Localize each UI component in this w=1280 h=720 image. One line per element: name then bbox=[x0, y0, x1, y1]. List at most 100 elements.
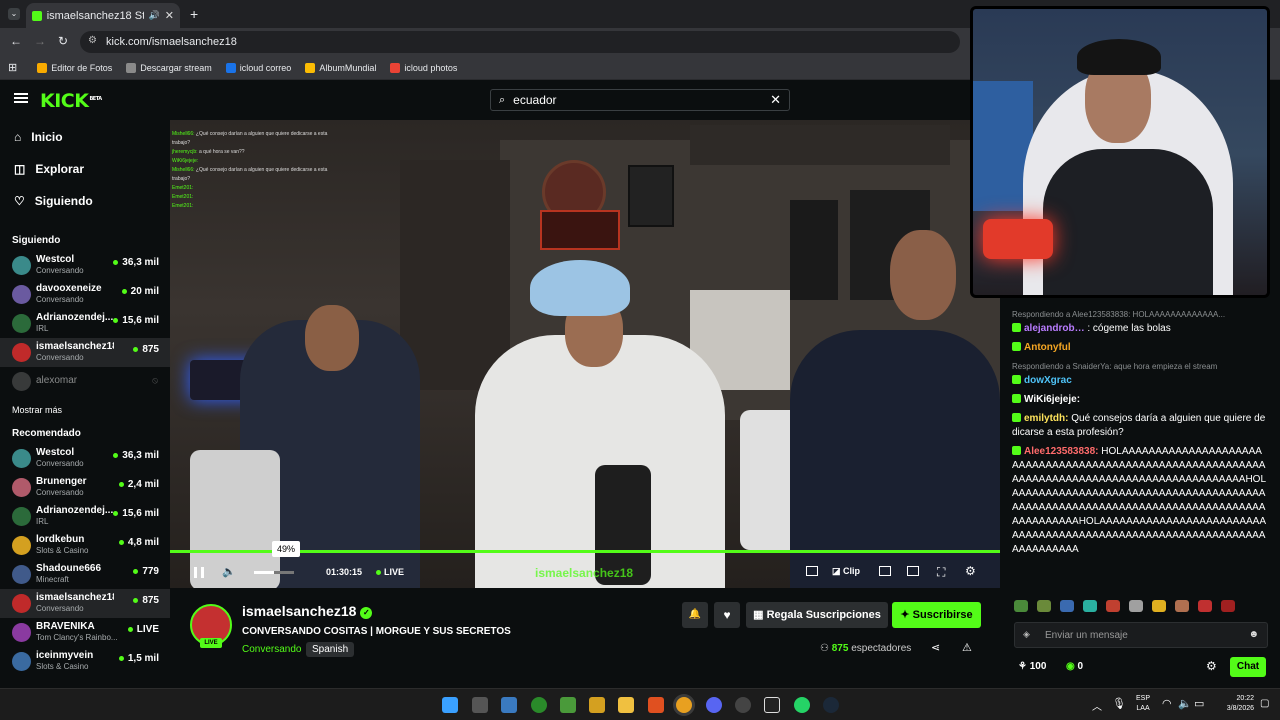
bookmark-4[interactable]: icloud photos bbox=[390, 62, 457, 73]
brave-icon[interactable] bbox=[648, 697, 664, 713]
back-icon[interactable]: ← bbox=[10, 34, 22, 48]
emote-icon[interactable] bbox=[1175, 600, 1189, 612]
sidebar-channel[interactable]: ismaelsanchez18 Conversando 875 bbox=[0, 589, 170, 618]
emote-icon[interactable] bbox=[1106, 600, 1120, 612]
capcut-icon[interactable] bbox=[764, 697, 780, 713]
pause-icon[interactable] bbox=[194, 567, 204, 578]
chat-username[interactable]: Alee123583838: bbox=[1024, 446, 1099, 457]
search-box[interactable]: ⌕ ecuador ✕ bbox=[490, 89, 790, 111]
task-view-icon[interactable] bbox=[472, 697, 488, 713]
chat-username[interactable]: WiKi6jejeje: bbox=[1024, 394, 1080, 405]
menu-icon[interactable] bbox=[14, 93, 28, 103]
channel-name[interactable]: ismaelsanchez18 ✓ bbox=[242, 603, 373, 619]
chat-input[interactable]: ◈ Enviar un mensaje ☻ bbox=[1014, 622, 1268, 648]
clear-search-icon[interactable]: ✕ bbox=[770, 92, 781, 108]
chat-settings-icon[interactable]: ⚙ bbox=[1206, 659, 1217, 673]
settings-icon[interactable]: ⚙ bbox=[965, 564, 976, 578]
chrome-icon[interactable] bbox=[676, 697, 692, 713]
offline-channel[interactable]: alexomar ⦸ bbox=[0, 367, 170, 396]
emote-icon[interactable] bbox=[1037, 600, 1051, 612]
fullscreen-icon[interactable]: ⛶ bbox=[937, 565, 945, 580]
chat-username[interactable]: dowXgrac bbox=[1024, 375, 1072, 386]
app-icon[interactable] bbox=[589, 697, 605, 713]
chat-message[interactable]: Antonyful bbox=[1000, 341, 1280, 355]
report-icon[interactable]: ⚠ bbox=[962, 641, 972, 654]
theatre-icon[interactable] bbox=[806, 566, 818, 576]
kick-logo[interactable]: KICKBETA bbox=[40, 90, 102, 112]
tray-chevron-icon[interactable]: ︿ bbox=[1092, 698, 1102, 713]
mic-icon[interactable]: 🎙 bbox=[1112, 697, 1126, 710]
nav-siguiendo[interactable]: ♡ Siguiendo bbox=[0, 185, 170, 217]
steam-icon[interactable] bbox=[823, 697, 839, 713]
miniplayer-icon[interactable] bbox=[907, 566, 919, 576]
forward-icon[interactable]: → bbox=[34, 34, 46, 48]
channel-points[interactable]: ⚘ 100 bbox=[1018, 661, 1046, 672]
language-tag[interactable]: Spanish bbox=[306, 642, 355, 657]
emote-icon[interactable] bbox=[1152, 600, 1166, 612]
chat-message[interactable]: Respondiendo a SnaiderYa: aque hora empi… bbox=[1000, 360, 1280, 388]
chat-username[interactable]: Antonyful bbox=[1024, 342, 1071, 353]
sidebar-channel[interactable]: davooxeneize Conversando 20 mil bbox=[0, 280, 170, 309]
show-more-link[interactable]: Mostrar más bbox=[0, 400, 170, 420]
nav-explorar[interactable]: ◫ Explorar bbox=[0, 153, 170, 185]
speaker-icon[interactable]: 🔈 bbox=[1178, 697, 1192, 710]
sidebar-channel[interactable]: BRAVENIKA Tom Clancy's Rainbo... LIVE bbox=[0, 618, 170, 647]
bookmark-1[interactable]: Descargar stream bbox=[126, 62, 212, 73]
bookmark-0[interactable]: Editor de Fotos bbox=[37, 62, 112, 73]
xbox-icon[interactable] bbox=[531, 697, 547, 713]
search-input[interactable]: ecuador bbox=[513, 93, 762, 107]
bookmark-3[interactable]: AlbumMundial bbox=[305, 62, 376, 73]
emote-icon[interactable] bbox=[1129, 600, 1143, 612]
new-tab-icon[interactable]: + bbox=[190, 6, 198, 22]
emote-icon[interactable] bbox=[1060, 600, 1074, 612]
sidebar-channel[interactable]: iceinmyvein Slots & Casino 1,5 mil bbox=[0, 647, 170, 676]
reload-icon[interactable]: ↻ bbox=[58, 34, 68, 48]
start-icon[interactable] bbox=[442, 697, 458, 713]
chat-message[interactable]: Alee123583838: HOLAAAAAAAAAAAAAAAAAAAAAA… bbox=[1000, 445, 1280, 557]
chat-username[interactable]: emilytdh: bbox=[1024, 413, 1068, 424]
sidebar-channel[interactable]: Adrianozendej... IRL 15,6 mil bbox=[0, 502, 170, 531]
nav-inicio[interactable]: ⌂ Inicio bbox=[0, 121, 170, 153]
sidebar-channel[interactable]: ismaelsanchez18 Conversando 875 bbox=[0, 338, 170, 367]
share-icon[interactable]: ⋖ bbox=[931, 641, 940, 654]
clip-button[interactable]: ◪ Clip bbox=[832, 566, 860, 577]
discord-icon[interactable] bbox=[706, 697, 722, 713]
whatsapp-icon[interactable] bbox=[794, 697, 810, 713]
chat-message[interactable]: emilytdh: Qué consejos daría a alguien q… bbox=[1000, 412, 1280, 440]
notification-button[interactable]: 🔔 bbox=[682, 602, 708, 628]
url-field[interactable]: ⚙ kick.com/ismaelsanchez18 bbox=[80, 31, 960, 53]
emote-icon[interactable] bbox=[1083, 600, 1097, 612]
subscribe-button[interactable]: ✦ Suscribirse bbox=[892, 602, 981, 628]
store-icon[interactable] bbox=[501, 697, 517, 713]
tab-search-icon[interactable]: ⌄ bbox=[8, 8, 20, 20]
chat-username[interactable]: alejandrob… bbox=[1024, 323, 1085, 334]
site-info-icon[interactable]: ⚙ bbox=[88, 35, 97, 46]
emote-icon[interactable] bbox=[1221, 600, 1235, 612]
emote-icon[interactable] bbox=[1014, 600, 1028, 612]
sidebar-channel[interactable]: Adrianozendej... IRL 15,6 mil bbox=[0, 309, 170, 338]
chat-message[interactable]: Respondiendo a Alee123583838: HOLAAAAAAA… bbox=[1000, 308, 1280, 336]
sidebar-channel[interactable]: lordkebun Slots & Casino 4,8 mil bbox=[0, 531, 170, 560]
video-player[interactable]: Mishell66: ¿Qué consejo darían a alguien… bbox=[170, 120, 1000, 588]
gift-subs-button[interactable]: ▦ Regala Suscripciones bbox=[746, 602, 888, 628]
kicks-balance[interactable]: ◉ 0 bbox=[1066, 661, 1083, 672]
sidebar-channel[interactable]: Westcol Conversando 36,3 mil bbox=[0, 444, 170, 473]
chat-send-button[interactable]: Chat bbox=[1230, 657, 1266, 677]
follow-button[interactable]: ♥ bbox=[714, 602, 740, 628]
emote-icon[interactable] bbox=[1198, 600, 1212, 612]
pip-icon[interactable] bbox=[879, 566, 891, 576]
chat-message[interactable]: WiKi6jejeje: bbox=[1000, 393, 1280, 407]
emoji-icon[interactable]: ☻ bbox=[1248, 629, 1259, 640]
obs-icon[interactable] bbox=[735, 697, 751, 713]
bookmark-2[interactable]: icloud correo bbox=[225, 62, 291, 73]
notification-icon[interactable]: ▢ bbox=[1260, 698, 1269, 709]
wifi-icon[interactable]: ◠ bbox=[1162, 697, 1172, 710]
category-link[interactable]: Conversando bbox=[242, 644, 301, 655]
language-indicator[interactable]: ESP LAA bbox=[1136, 694, 1150, 714]
sidebar-channel[interactable]: Shadoune666 Minecraft 779 bbox=[0, 560, 170, 589]
sidebar-channel[interactable]: Westcol Conversando 36,3 mil bbox=[0, 251, 170, 280]
sidebar-channel[interactable]: Brunenger Conversando 2,4 mil bbox=[0, 473, 170, 502]
browser-tab[interactable]: ismaelsanchez18 Stream - … 🔊 ✕ bbox=[26, 3, 180, 28]
tab-close-icon[interactable]: ✕ bbox=[165, 9, 174, 22]
volume-slider[interactable] bbox=[254, 571, 294, 574]
